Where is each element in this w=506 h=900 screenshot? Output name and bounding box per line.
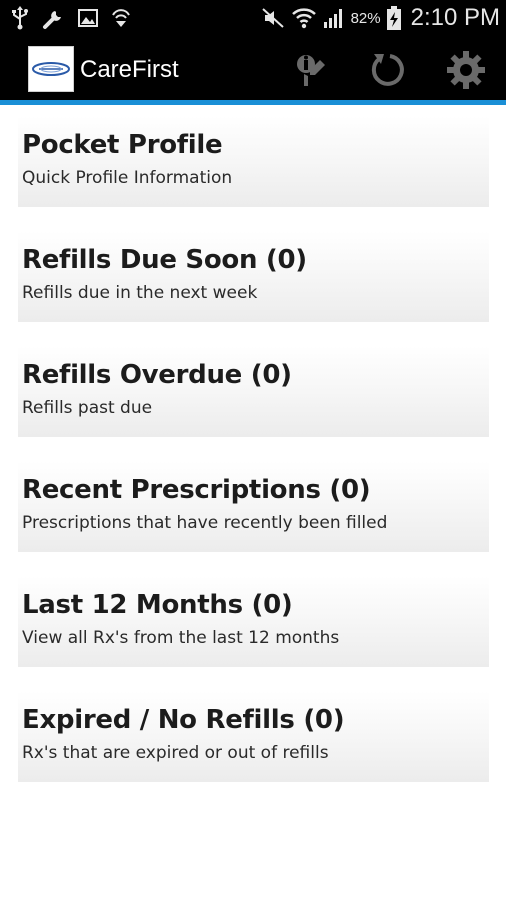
menu-item-refills-overdue[interactable]: Refills Overdue (0) Refills past due <box>18 346 489 437</box>
menu-item-title: Pocket Profile <box>22 130 223 160</box>
menu-item-subtitle: Rx's that are expired or out of refills <box>22 743 329 763</box>
carefirst-logo-icon <box>32 62 70 76</box>
status-bar-notifications <box>10 6 132 30</box>
menu-item-subtitle: Quick Profile Information <box>22 168 233 188</box>
status-clock: 2:10 PM <box>410 4 500 31</box>
usb-icon <box>10 6 30 30</box>
refresh-icon <box>371 54 404 86</box>
menu-item-title: Refills Overdue (0) <box>22 360 292 390</box>
menu-list: Pocket Profile Quick Profile Information… <box>0 105 506 900</box>
settings-button[interactable] <box>444 48 488 92</box>
menu-item-recent-prescriptions[interactable]: Recent Prescriptions (0) Prescriptions t… <box>18 461 489 552</box>
app-logo[interactable] <box>28 46 74 92</box>
menu-item-refills-due-soon[interactable]: Refills Due Soon (0) Refills due in the … <box>18 231 489 322</box>
status-bar-system: 82% 2:10 PM <box>261 4 500 32</box>
menu-item-subtitle: View all Rx's from the last 12 months <box>22 628 340 648</box>
wifi-icon <box>291 7 317 29</box>
app-title: CareFirst <box>80 56 179 83</box>
status-bar: 82% 2:10 PM <box>0 0 506 36</box>
wrench-icon <box>42 6 66 30</box>
battery-charging-icon <box>386 6 401 30</box>
menu-item-subtitle: Prescriptions that have recently been fi… <box>22 513 388 533</box>
sync-icon <box>110 7 132 29</box>
battery-percent: 82% <box>350 9 381 27</box>
menu-item-subtitle: Refills due in the next week <box>22 283 258 303</box>
menu-item-last-12-months[interactable]: Last 12 Months (0) View all Rx's from th… <box>18 576 489 667</box>
action-bar <box>0 36 506 100</box>
refresh-button[interactable] <box>366 48 410 92</box>
info-icon <box>297 55 325 86</box>
menu-item-expired-no-refills[interactable]: Expired / No Refills (0) Rx's that are e… <box>18 691 489 782</box>
menu-item-subtitle: Refills past due <box>22 398 153 418</box>
image-icon <box>78 8 98 28</box>
info-button[interactable] <box>288 48 332 92</box>
signal-icon <box>323 7 345 29</box>
menu-item-title: Recent Prescriptions (0) <box>22 475 371 505</box>
menu-item-title: Refills Due Soon (0) <box>22 245 307 275</box>
settings-gear-icon <box>447 51 485 89</box>
mute-icon <box>261 6 285 30</box>
menu-item-title: Last 12 Months (0) <box>22 590 293 620</box>
menu-item-title: Expired / No Refills (0) <box>22 705 345 735</box>
menu-item-pocket-profile[interactable]: Pocket Profile Quick Profile Information <box>18 116 489 207</box>
